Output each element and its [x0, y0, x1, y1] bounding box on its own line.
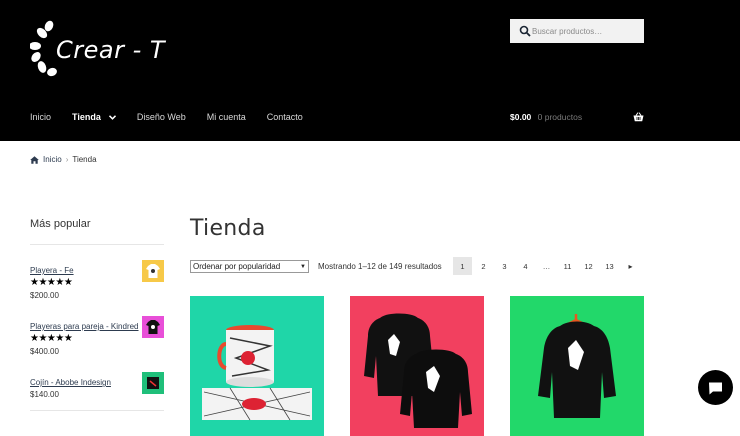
divider — [30, 244, 164, 245]
sidebar-product: Cojín - Abobe Indesign $140.00 — [30, 372, 164, 399]
cart-amount: $0.00 — [510, 112, 532, 122]
home-icon — [30, 155, 39, 164]
breadcrumb-home[interactable]: Inicio — [43, 155, 62, 164]
breadcrumb-separator: › — [65, 155, 69, 164]
mug-image — [190, 296, 324, 436]
divider — [30, 410, 164, 411]
search-input[interactable] — [532, 22, 640, 40]
chevron-down-icon: ▼ — [300, 263, 306, 270]
logo-mark-icon — [30, 20, 57, 77]
chat-bubble-icon — [709, 382, 722, 394]
page-11[interactable]: 11 — [558, 257, 577, 275]
hoodie-image — [510, 296, 644, 436]
nav-item-tienda[interactable]: Tienda — [72, 112, 116, 122]
site-logo[interactable]: Crear - T — [30, 18, 190, 78]
page-12[interactable]: 12 — [579, 257, 598, 275]
nav-item-inicio[interactable]: Inicio — [30, 112, 51, 122]
cart-link[interactable]: $0.00 0 productos — [510, 112, 644, 126]
page-13[interactable]: 13 — [600, 257, 619, 275]
brand-name: Crear - T — [56, 36, 166, 64]
next-page-button[interactable]: ▸ — [621, 257, 640, 275]
hoodies-image — [350, 296, 484, 436]
page-title: Tienda — [190, 216, 266, 241]
page-1: 1 — [453, 257, 472, 275]
nav-label: Contacto — [266, 112, 303, 122]
product-price: $200.00 — [30, 291, 59, 300]
sort-selected: Ordenar por popularidad — [193, 262, 281, 271]
chat-button[interactable] — [698, 370, 733, 405]
product-thumbnail[interactable] — [142, 316, 164, 338]
page-4[interactable]: 4 — [516, 257, 535, 275]
breadcrumb-current: Tienda — [72, 155, 97, 164]
product-card-hoodie[interactable] — [510, 296, 644, 436]
search-icon — [519, 25, 531, 37]
nav-label: Diseño Web — [136, 112, 186, 122]
breadcrumb: Inicio › Tienda — [30, 155, 97, 164]
product-card-mug[interactable] — [190, 296, 324, 436]
product-thumbnail[interactable] — [142, 372, 164, 394]
page-2[interactable]: 2 — [474, 257, 493, 275]
sort-select[interactable]: Ordenar por popularidad ▼ — [190, 260, 309, 273]
tshirt-icon — [146, 264, 160, 278]
cart-count: 0 productos — [537, 112, 583, 122]
page-3[interactable]: 3 — [495, 257, 514, 275]
result-count: Mostrando 1–12 de 149 resultados — [318, 262, 442, 271]
sidebar-title: Más popular — [30, 218, 91, 230]
product-price: $400.00 — [30, 347, 59, 356]
page-ellipsis: … — [542, 261, 551, 271]
nav-item-mi-cuenta[interactable]: Mi cuenta — [207, 112, 246, 122]
nav-item-diseno-web[interactable]: Diseño Web — [137, 112, 186, 122]
main-nav: Inicio Tienda Diseño Web Mi cuenta Conta… — [30, 112, 324, 122]
pillow-icon — [147, 377, 159, 389]
search-box — [510, 19, 644, 43]
sidebar-product: Playeras para pareja - Kindred ★★★★★ $40… — [30, 316, 164, 356]
sidebar-product: Playera - Fe ★★★★★ $200.00 — [30, 260, 164, 300]
site-header: Crear - T Inicio Tienda Diseño Web Mi cu… — [0, 0, 740, 141]
nav-label: Mi cuenta — [206, 112, 246, 122]
nav-label: Inicio — [30, 112, 52, 122]
nav-label: Tienda — [72, 112, 101, 122]
pagination: 1 2 3 4 … 11 12 13 ▸ — [453, 257, 642, 275]
basket-icon — [633, 112, 644, 122]
tshirt-icon — [146, 320, 160, 334]
product-thumbnail[interactable] — [142, 260, 164, 282]
product-card-couple-hoodies[interactable] — [350, 296, 484, 436]
nav-item-contacto[interactable]: Contacto — [267, 112, 303, 122]
chevron-down-icon — [108, 114, 116, 120]
